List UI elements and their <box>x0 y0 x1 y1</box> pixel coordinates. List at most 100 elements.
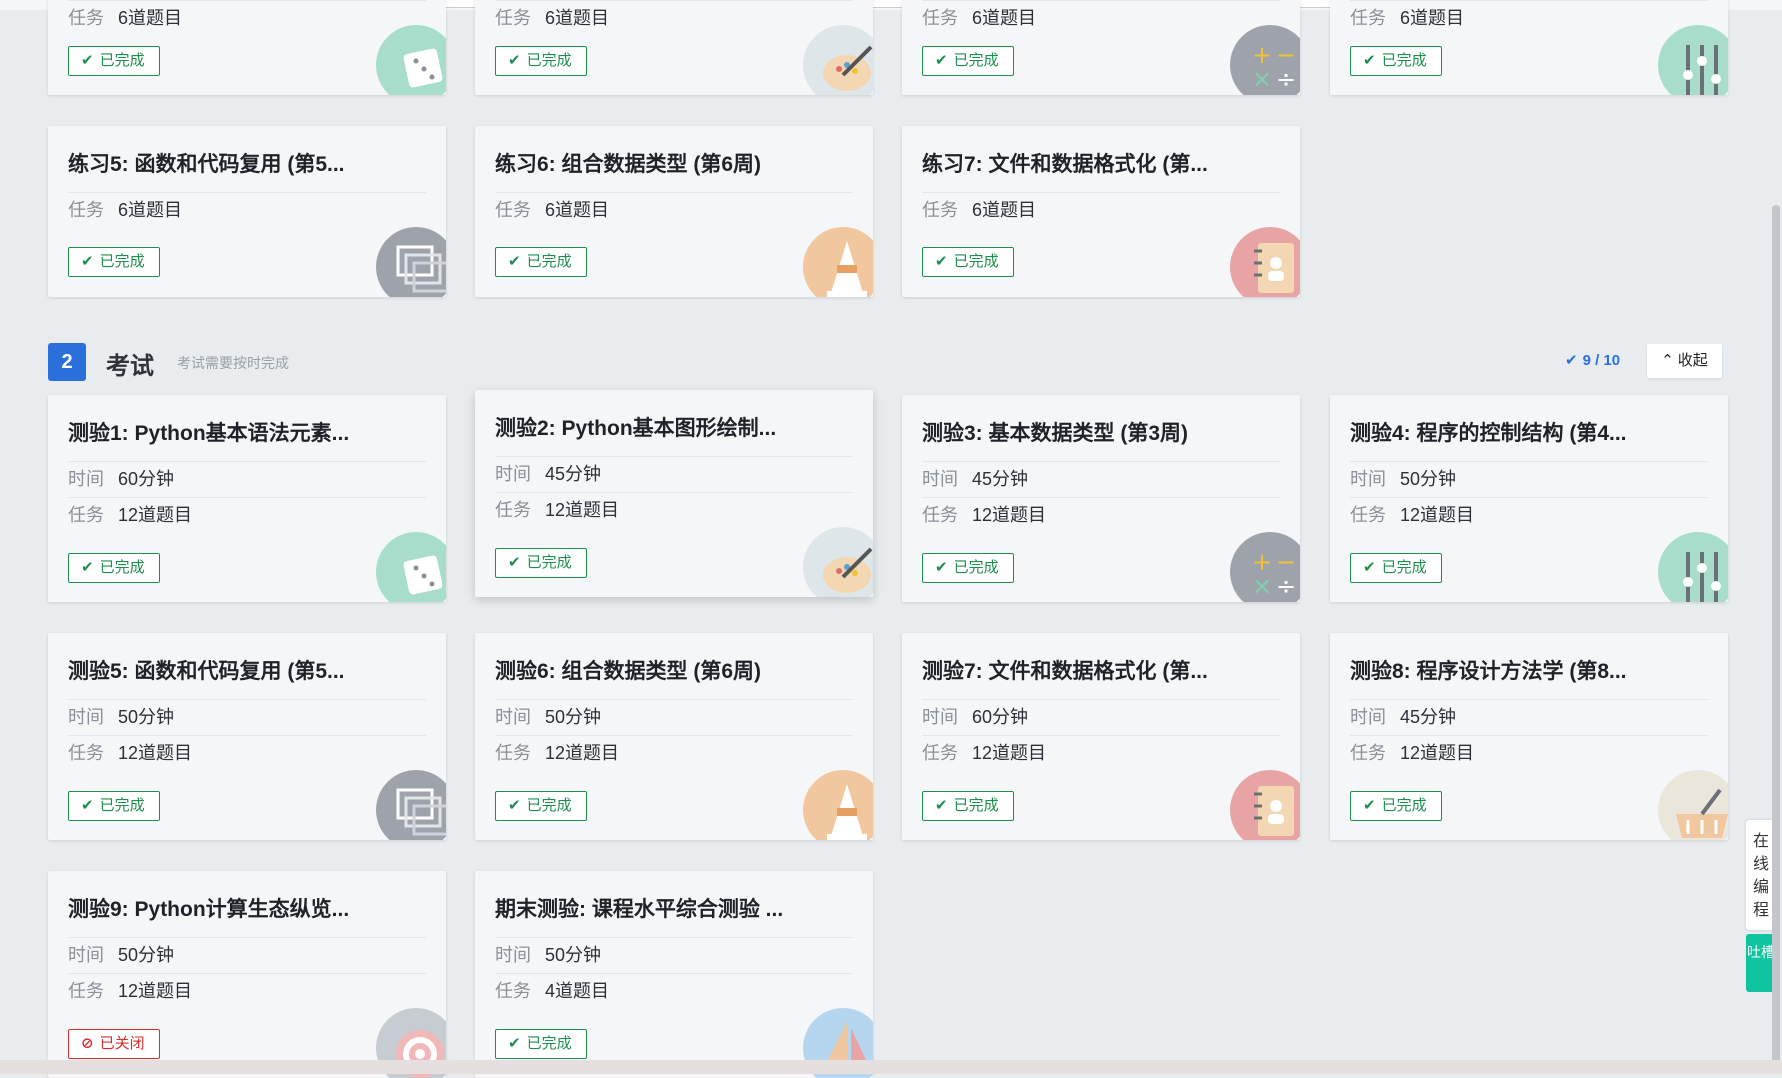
time-row: 时间 50分钟 <box>68 699 426 735</box>
card-title[interactable]: 练习6: 组合数据类型 (第6周) <box>495 148 853 178</box>
status-badge: ✔ 已完成 <box>495 46 587 76</box>
task-value: 6道题目 <box>972 200 1037 220</box>
svg-text:×: × <box>1252 572 1272 600</box>
status-badge: ✔ 已完成 <box>68 247 160 277</box>
time-row: 时间 45分钟 <box>495 456 853 492</box>
task-value: 6道题目 <box>118 200 183 220</box>
exercise-card-3[interactable]: 任务 6道题目 ✔ 已完成 + − × ÷ <box>902 0 1300 95</box>
os-taskbar <box>0 1060 1782 1074</box>
task-value: 6道题目 <box>1400 8 1465 28</box>
stacked-windows-icon <box>376 770 446 840</box>
status-badge: ✔ 已完成 <box>922 553 1014 583</box>
status-badge: ✔ 已完成 <box>495 548 587 578</box>
exam-card-10[interactable]: 期末测验: 课程水平综合测验 ... 时间 50分钟 任务 4道题目 ✔ 已完成 <box>475 871 873 1078</box>
time-row: 时间 60分钟 <box>922 699 1280 735</box>
exam-card-3[interactable]: 测验3: 基本数据类型 (第3周) 时间 45分钟 任务 12道题目 ✔ 已完成 + −… <box>902 395 1300 602</box>
course-page: 任务 6道题目 ✔ 已完成 任务 6道题目 ✔ 已完成 任务 6道题目 ✔ 已完成 + − × ÷… <box>0 0 1782 1078</box>
card-title[interactable]: 测验9: Python计算生态纵览... <box>68 893 426 923</box>
task-label: 任务 <box>1350 8 1386 28</box>
task-row: 任务 12道题目 <box>68 973 426 1009</box>
svg-text:÷: ÷ <box>1276 572 1296 600</box>
task-row: 任务 6道题目 <box>495 192 853 228</box>
status-badge: ✔ 已完成 <box>68 553 160 583</box>
exam-card-6[interactable]: 测验6: 组合数据类型 (第6周) 时间 50分钟 任务 12道题目 ✔ 已完成 <box>475 633 873 840</box>
card-title[interactable]: 测验8: 程序设计方法学 (第8... <box>1350 655 1708 685</box>
dice-icon <box>376 532 446 602</box>
exam-card-7[interactable]: 测验7: 文件和数据格式化 (第... 时间 60分钟 任务 12道题目 ✔ 已完成 <box>902 633 1300 840</box>
task-row: 任务 6道题目 <box>68 192 426 228</box>
card-title[interactable]: 测验5: 函数和代码复用 (第5... <box>68 655 426 685</box>
card-title[interactable]: 测验3: 基本数据类型 (第3周) <box>922 417 1280 447</box>
exercise-card-1[interactable]: 任务 6道题目 ✔ 已完成 <box>48 0 446 95</box>
check-circle-icon: ✔ <box>1565 352 1578 369</box>
time-row: 时间 50分钟 <box>495 937 853 973</box>
section-number: 2 <box>48 343 86 381</box>
math-operators-icon: + − × ÷ <box>1230 25 1300 95</box>
task-row: 任务 6道题目 <box>495 0 853 36</box>
status-badge: ✔ 已完成 <box>495 1029 587 1059</box>
basket-icon <box>1658 770 1728 840</box>
card-title[interactable]: 测验4: 程序的控制结构 (第4... <box>1350 417 1708 447</box>
time-row: 时间 45分钟 <box>1350 699 1708 735</box>
task-row: 任务 12道题目 <box>1350 497 1708 533</box>
card-title[interactable]: 练习7: 文件和数据格式化 (第... <box>922 148 1280 178</box>
task-row: 任务 6道题目 <box>922 0 1280 36</box>
time-row: 时间 45分钟 <box>922 461 1280 497</box>
time-row: 时间 50分钟 <box>1350 461 1708 497</box>
status-badge: ✔ 已完成 <box>922 791 1014 821</box>
exam-card-9[interactable]: 测验9: Python计算生态纵览... 时间 50分钟 任务 12道题目 ⊘ 已关闭 <box>48 871 446 1078</box>
status-badge: ✔ 已完成 <box>68 791 160 821</box>
task-row: 任务 6道题目 <box>1350 0 1708 36</box>
card-title[interactable]: 测验1: Python基本语法元素... <box>68 417 426 447</box>
task-label: 任务 <box>495 8 531 28</box>
status-badge: ✔ 已完成 <box>1350 791 1442 821</box>
task-value: 6道题目 <box>545 200 610 220</box>
svg-text:×: × <box>1252 65 1272 93</box>
dice-icon <box>376 25 446 95</box>
status-badge: ✔ 已完成 <box>1350 553 1442 583</box>
status-badge-closed: ⊘ 已关闭 <box>68 1029 160 1059</box>
paint-palette-icon <box>803 527 873 597</box>
exercise-card-6[interactable]: 练习6: 组合数据类型 (第6周) 任务 6道题目 ✔ 已完成 <box>475 126 873 297</box>
exam-card-4[interactable]: 测验4: 程序的控制结构 (第4... 时间 50分钟 任务 12道题目 ✔ 已完成 <box>1330 395 1728 602</box>
status-badge: ✔ 已完成 <box>495 247 587 277</box>
task-row: 任务 6道题目 <box>68 0 426 36</box>
status-badge: ✔ 已完成 <box>68 46 160 76</box>
task-row: 任务 12道题目 <box>922 497 1280 533</box>
contact-book-icon <box>1230 770 1300 840</box>
stacked-windows-icon <box>376 227 446 297</box>
time-row: 时间 50分钟 <box>495 699 853 735</box>
exam-card-1[interactable]: 测验1: Python基本语法元素... 时间 60分钟 任务 12道题目 ✔ 已完成 <box>48 395 446 602</box>
collapse-button[interactable]: ⌃ 收起 <box>1647 344 1722 378</box>
traffic-cone-icon <box>803 770 873 840</box>
card-title[interactable]: 练习5: 函数和代码复用 (第5... <box>68 148 426 178</box>
traffic-cone-icon <box>803 227 873 297</box>
time-row: 时间 50分钟 <box>68 937 426 973</box>
exam-card-5[interactable]: 测验5: 函数和代码复用 (第5... 时间 50分钟 任务 12道题目 ✔ 已完成 <box>48 633 446 840</box>
task-row: 任务 6道题目 <box>922 192 1280 228</box>
exercise-card-5[interactable]: 练习5: 函数和代码复用 (第5... 任务 6道题目 ✔ 已完成 <box>48 126 446 297</box>
card-title[interactable]: 测验6: 组合数据类型 (第6周) <box>495 655 853 685</box>
task-row: 任务 12道题目 <box>68 497 426 533</box>
card-title[interactable]: 测验7: 文件和数据格式化 (第... <box>922 655 1280 685</box>
page-scrollbar[interactable] <box>1772 205 1780 1065</box>
card-title[interactable]: 测验2: Python基本图形绘制... <box>495 412 853 442</box>
exercise-card-7[interactable]: 练习7: 文件和数据格式化 (第... 任务 6道题目 ✔ 已完成 <box>902 126 1300 297</box>
exercise-card-4[interactable]: 任务 6道题目 ✔ 已完成 <box>1330 0 1728 95</box>
task-value: 6道题目 <box>972 8 1037 28</box>
sliders-icon <box>1658 25 1728 95</box>
task-row: 任务 12道题目 <box>495 735 853 771</box>
section-title: 考试 <box>106 353 154 380</box>
exam-card-2[interactable]: 测验2: Python基本图形绘制... 时间 45分钟 任务 12道题目 ✔ 已完成 <box>475 390 873 597</box>
exercise-card-2[interactable]: 任务 6道题目 ✔ 已完成 <box>475 0 873 95</box>
status-badge: ✔ 已完成 <box>922 247 1014 277</box>
task-row: 任务 4道题目 <box>495 973 853 1009</box>
section-progress: ✔ 9 / 10 <box>1565 352 1621 369</box>
task-label: 任务 <box>68 8 104 28</box>
task-row: 任务 12道题目 <box>1350 735 1708 771</box>
card-title[interactable]: 期末测验: 课程水平综合测验 ... <box>495 893 853 923</box>
paint-palette-icon <box>803 25 873 95</box>
exam-card-8[interactable]: 测验8: 程序设计方法学 (第8... 时间 45分钟 任务 12道题目 ✔ 已完成 <box>1330 633 1728 840</box>
section-description: 考试需要按时完成 <box>177 355 289 371</box>
sliders-icon <box>1658 532 1728 602</box>
